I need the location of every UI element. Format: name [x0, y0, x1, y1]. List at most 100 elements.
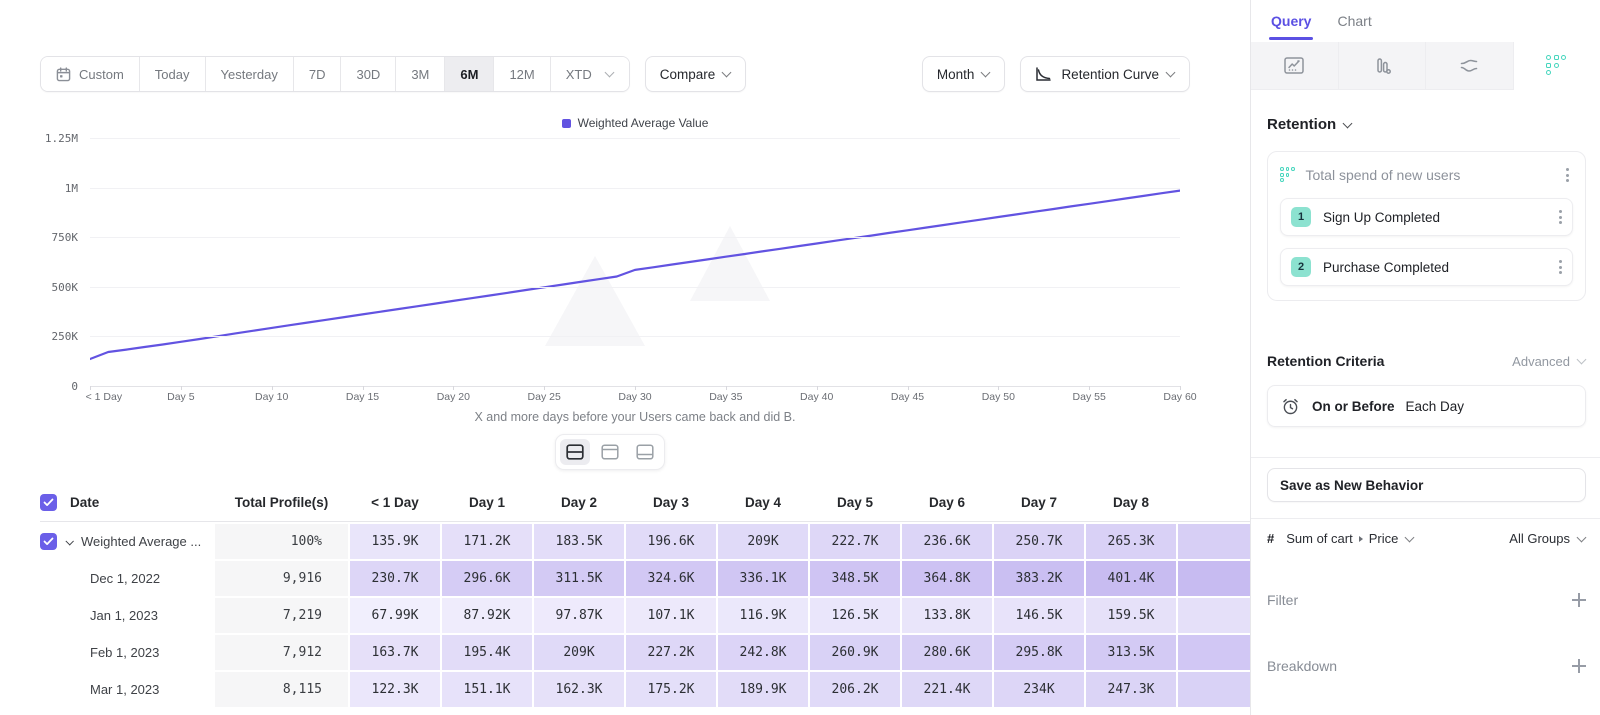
advanced-dropdown[interactable]: Advanced [1512, 354, 1586, 369]
retention-value-cell-clipped [1178, 598, 1250, 633]
retention-chart: Weighted Average Value 1.25M1M750K500K25… [40, 116, 1180, 424]
all-groups-dropdown[interactable]: All Groups [1509, 531, 1586, 546]
row-label[interactable]: Dec 1, 2022 [40, 561, 213, 596]
tab-line-chart[interactable] [1251, 42, 1339, 90]
filter-section: Filter [1267, 592, 1586, 608]
retention-value-cell: 171.2K [442, 524, 532, 559]
layout-split-toggle[interactable] [560, 439, 590, 465]
chevron-down-icon [981, 68, 991, 78]
row-label[interactable]: Feb 1, 2023 [40, 635, 213, 670]
condition-value: Each Day [1406, 399, 1465, 414]
retention-value-cell: 348.5K [810, 561, 900, 596]
plot-area [90, 138, 1180, 386]
retention-value-cell-clipped [1178, 561, 1250, 596]
analysis-type-tabs [1251, 42, 1600, 90]
y-axis-labels: 1.25M1M750K500K250K0 [40, 138, 90, 386]
behavior-card: Total spend of new users 1 Sign Up Compl… [1267, 151, 1586, 301]
retention-section-title[interactable]: Retention [1267, 116, 1586, 133]
retention-value-cell: 295.8K [994, 635, 1084, 670]
range-30d[interactable]: 30D [341, 57, 396, 91]
chart-type-label: Retention Curve [1061, 67, 1159, 82]
layout-table-bottom-toggle[interactable] [630, 439, 660, 465]
query-sidebar: Query Chart [1250, 0, 1600, 715]
tab-retention[interactable] [1514, 42, 1600, 90]
chevron-down-icon [722, 68, 732, 78]
main-panel: CustomTodayYesterday7D30D3M6M12MXTD Comp… [0, 0, 1250, 715]
chart-type-select[interactable]: Retention Curve [1020, 56, 1190, 92]
column-header: Day 3 [626, 495, 716, 510]
retention-value-cell: 183.5K [534, 524, 624, 559]
range-3m[interactable]: 3M [396, 57, 445, 91]
retention-value-cell: 206.2K [810, 672, 900, 707]
range-6m[interactable]: 6M [445, 57, 494, 91]
divider [1251, 457, 1600, 458]
range-yesterday[interactable]: Yesterday [206, 57, 294, 91]
range-xtd[interactable]: XTD [551, 57, 629, 91]
step-2-badge: 2 [1291, 257, 1311, 277]
condition-operator: On or Before [1312, 399, 1395, 414]
retention-value-cell: 209K [534, 635, 624, 670]
tab-bar-chart[interactable] [1339, 42, 1427, 90]
add-filter-button[interactable] [1572, 593, 1586, 607]
retention-curve-icon [1035, 67, 1052, 82]
retention-value-cell: 364.8K [902, 561, 992, 596]
row-label[interactable]: Jan 1, 2023 [40, 598, 213, 633]
kebab-menu-icon[interactable] [1562, 164, 1573, 186]
retention-value-cell: 97.87K [534, 598, 624, 633]
retention-value-cell: 280.6K [902, 635, 992, 670]
criteria-condition-card[interactable]: On or Before Each Day [1267, 385, 1586, 427]
retention-value-cell: 196.6K [626, 524, 716, 559]
row-label[interactable]: Weighted Average ... [40, 524, 213, 559]
range-12m[interactable]: 12M [494, 57, 550, 91]
add-breakdown-button[interactable] [1572, 659, 1586, 673]
retention-value-cell: 67.99K [350, 598, 440, 633]
watermark-triangle [545, 256, 645, 346]
expand-chevron-icon[interactable] [65, 537, 73, 545]
row-label[interactable]: Mar 1, 2023 [40, 672, 213, 707]
chart-caption: X and more days before your Users came b… [90, 410, 1180, 424]
step-1-label: Sign Up Completed [1323, 210, 1543, 225]
tab-flow-chart[interactable] [1426, 42, 1514, 90]
row-checkbox[interactable] [40, 533, 57, 550]
layout-chart-top-toggle[interactable] [595, 439, 625, 465]
tab-chart[interactable]: Chart [1337, 0, 1371, 42]
range-today[interactable]: Today [140, 57, 206, 91]
legend-label: Weighted Average Value [578, 116, 709, 130]
measure-row: # Sum of cart Price All Groups [1267, 531, 1586, 546]
kebab-menu-icon[interactable] [1555, 256, 1566, 278]
retention-label: Retention [1267, 116, 1336, 133]
chart-legend: Weighted Average Value [90, 116, 1180, 130]
legend-swatch [562, 119, 571, 128]
retention-value-cell: 146.5K [994, 598, 1084, 633]
behavior-dots-icon [1280, 167, 1296, 183]
chevron-down-icon [1405, 532, 1415, 542]
select-all-checkbox[interactable] [40, 494, 57, 511]
retention-value-cell: 247.3K [1086, 672, 1176, 707]
compare-label: Compare [660, 67, 716, 82]
column-header: Day 7 [994, 495, 1084, 510]
step-1-card[interactable]: 1 Sign Up Completed [1280, 198, 1573, 236]
tab-query[interactable]: Query [1271, 0, 1311, 42]
column-header: Day 4 [718, 495, 808, 510]
calendar-icon [56, 67, 71, 82]
retention-value-cell: 159.5K [1086, 598, 1176, 633]
line-chart-svg [90, 138, 1180, 398]
save-as-new-behavior-button[interactable]: Save as New Behavior [1267, 468, 1586, 502]
measure-property[interactable]: Sum of cart Price [1286, 531, 1414, 546]
granularity-select[interactable]: Month [922, 56, 1006, 92]
compare-button[interactable]: Compare [645, 56, 747, 92]
retention-value-cell: 324.6K [626, 561, 716, 596]
range-7d[interactable]: 7D [294, 57, 342, 91]
step-2-card[interactable]: 2 Purchase Completed [1280, 248, 1573, 286]
total-profiles-cell: 7,219 [215, 598, 348, 633]
kebab-menu-icon[interactable] [1555, 206, 1566, 228]
measure-prop: Price [1369, 531, 1399, 546]
all-groups-label: All Groups [1509, 531, 1570, 546]
total-profiles-cell: 8,115 [215, 672, 348, 707]
column-header: Day 8 [1086, 495, 1176, 510]
retention-dots-icon [1546, 55, 1567, 76]
total-profiles-cell: 9,916 [215, 561, 348, 596]
retention-value-cell: 107.1K [626, 598, 716, 633]
retention-value-cell: 313.5K [1086, 635, 1176, 670]
range-custom[interactable]: Custom [41, 57, 140, 91]
